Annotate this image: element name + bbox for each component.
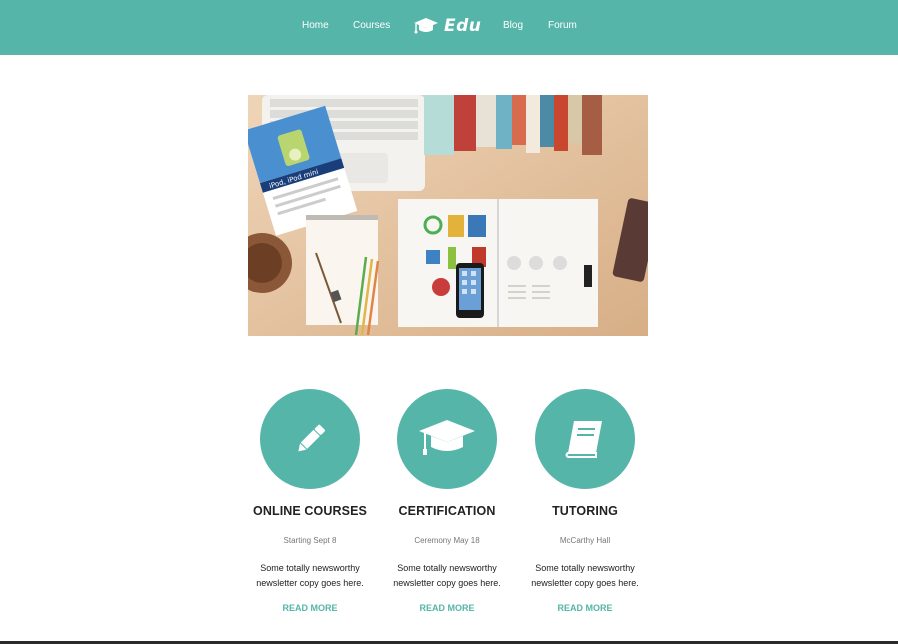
open-magazine bbox=[398, 199, 598, 327]
feature-subtitle: Starting Sept 8 bbox=[283, 536, 337, 545]
feature-title: TUTORING bbox=[552, 504, 618, 518]
read-more-link[interactable]: READ MORE bbox=[282, 603, 337, 613]
nav-courses[interactable]: Courses bbox=[353, 0, 390, 55]
logo-text: Edu bbox=[444, 16, 482, 36]
feature-title: ONLINE COURSES bbox=[253, 504, 367, 518]
read-more-link[interactable]: READ MORE bbox=[557, 603, 612, 613]
feature-copy: Some totally newsworthy newsletter copy … bbox=[256, 563, 364, 588]
feature-icon-circle bbox=[535, 389, 635, 489]
read-more-link[interactable]: READ MORE bbox=[419, 603, 474, 613]
logo[interactable]: Edu bbox=[413, 13, 481, 39]
nav-blog[interactable]: Blog bbox=[503, 0, 523, 55]
feature-icon-circle bbox=[260, 389, 360, 489]
graduation-cap-icon bbox=[414, 18, 438, 34]
graduation-cap-icon bbox=[419, 420, 475, 455]
feature-icon-circle bbox=[397, 389, 497, 489]
nav-forum[interactable]: Forum bbox=[548, 0, 577, 55]
feature-tutoring: TUTORING McCarthy Hall Some totally news… bbox=[516, 389, 654, 616]
feature-copy: Some totally newsworthy newsletter copy … bbox=[393, 563, 501, 588]
feature-online-courses: ONLINE COURSES Starting Sept 8 Some tota… bbox=[241, 389, 379, 616]
feature-subtitle: McCarthy Hall bbox=[559, 536, 611, 545]
book-icon bbox=[565, 421, 602, 458]
feature-title: CERTIFICATION bbox=[398, 504, 496, 518]
feature-copy: Some totally newsworthy newsletter copy … bbox=[531, 563, 639, 588]
desk-illustration: iPod, iPod mini bbox=[248, 95, 648, 336]
nav-home[interactable]: Home bbox=[302, 0, 329, 55]
notepad bbox=[306, 217, 378, 325]
hero-image: iPod, iPod mini bbox=[248, 95, 648, 336]
site-header: Home Courses Edu Blog Forum bbox=[0, 0, 898, 55]
pencil-icon bbox=[298, 424, 325, 452]
feature-subtitle: Ceremony May 18 bbox=[414, 536, 480, 545]
feature-certification: CERTIFICATION Ceremony May 18 Some total… bbox=[378, 389, 516, 616]
